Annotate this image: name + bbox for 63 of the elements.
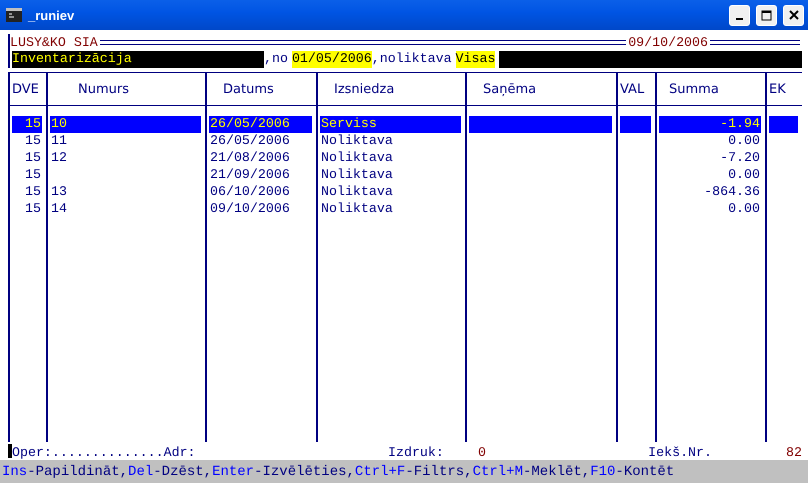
column-header: VAL [620,82,644,96]
table-cell[interactable]: Serviss [320,116,461,133]
from-label: ,no [264,51,289,68]
table-cell[interactable]: Noliktava [320,150,461,167]
table-cell[interactable]: -7.20 [659,150,761,167]
hotkey-hint: Ctrl+F-Filtrs, [354,464,473,480]
from-date-field[interactable]: 01/05/2006 [292,51,372,68]
column-header: Saņēma [482,82,536,96]
maximize-icon [761,10,772,20]
maximize-button[interactable] [756,4,777,26]
internal-number-label: Iekš.Nr. [647,445,713,460]
column-header: Numurs [77,82,129,96]
table-cell[interactable]: 15 [12,133,42,150]
table-cell[interactable]: 15 [12,167,42,184]
table-cell[interactable]: 0.00 [659,133,761,150]
hotkey-hint: Enter-Izvēlēties, [212,464,355,480]
console-icon [6,8,22,22]
column-header: Datums [222,82,274,96]
hotkey-hint: F10-Kontēt [590,464,674,480]
table-cell[interactable]: 15 [12,150,42,167]
window-title: _runiev [28,8,76,22]
minimize-button[interactable] [729,4,750,26]
table-cell[interactable]: 0.00 [659,167,761,184]
table-cell[interactable]: 10 [50,116,201,133]
document-type-field[interactable]: Inventarizācija [12,51,264,68]
table-cell[interactable]: 12 [50,150,201,167]
table-cell[interactable]: -864.36 [659,184,761,201]
table-cell[interactable]: Noliktava [320,184,461,201]
hotkey-hint: Del-Dzēst, [128,464,212,480]
operator-address-label: Oper:..............Adr: [12,445,196,460]
table-cell[interactable]: 09/10/2006 [209,201,312,218]
column-header: EK [769,82,786,96]
table-cell[interactable]: 15 [12,184,42,201]
print-label: Izdruk: [388,445,445,460]
column-header: Summa [668,82,719,96]
column-header: Izsniedza [333,82,394,96]
table-cell[interactable]: 11 [50,133,201,150]
table-cell[interactable]: 26/05/2006 [209,133,312,150]
table-cell[interactable]: 21/08/2006 [209,150,312,167]
column-header: DVE [12,82,39,96]
table-cell[interactable]: -1.94 [659,116,761,133]
table-cell[interactable]: 26/05/2006 [209,116,312,133]
close-icon [788,10,798,20]
print-count: 0 [478,445,487,460]
close-button[interactable] [783,4,804,26]
table-cell[interactable]: 13 [50,184,201,201]
table-cell[interactable]: 15 [12,116,42,133]
hotkey-hint: Ins-Papildināt, [2,464,128,480]
hotkey-hint: Ctrl+M-Meklēt, [472,464,590,480]
internal-number: 82 [785,445,802,460]
table-cell[interactable]: 14 [50,201,201,218]
current-date: 09/10/2006 [628,35,708,50]
table-cell[interactable]: Noliktava [320,167,461,184]
warehouse-label: ,noliktava [372,51,453,68]
table-cell[interactable]: 06/10/2006 [209,184,312,201]
company-name: LUSY&KO SIA [10,35,98,50]
minimize-icon [736,18,743,20]
table-cell[interactable]: 0.00 [659,201,761,218]
table-cell[interactable]: 21/09/2006 [209,167,312,184]
table-cell[interactable]: Noliktava [320,133,461,150]
text-cursor [8,444,12,458]
table-cell[interactable]: 15 [12,201,42,218]
table-cell[interactable]: Noliktava [320,201,461,218]
